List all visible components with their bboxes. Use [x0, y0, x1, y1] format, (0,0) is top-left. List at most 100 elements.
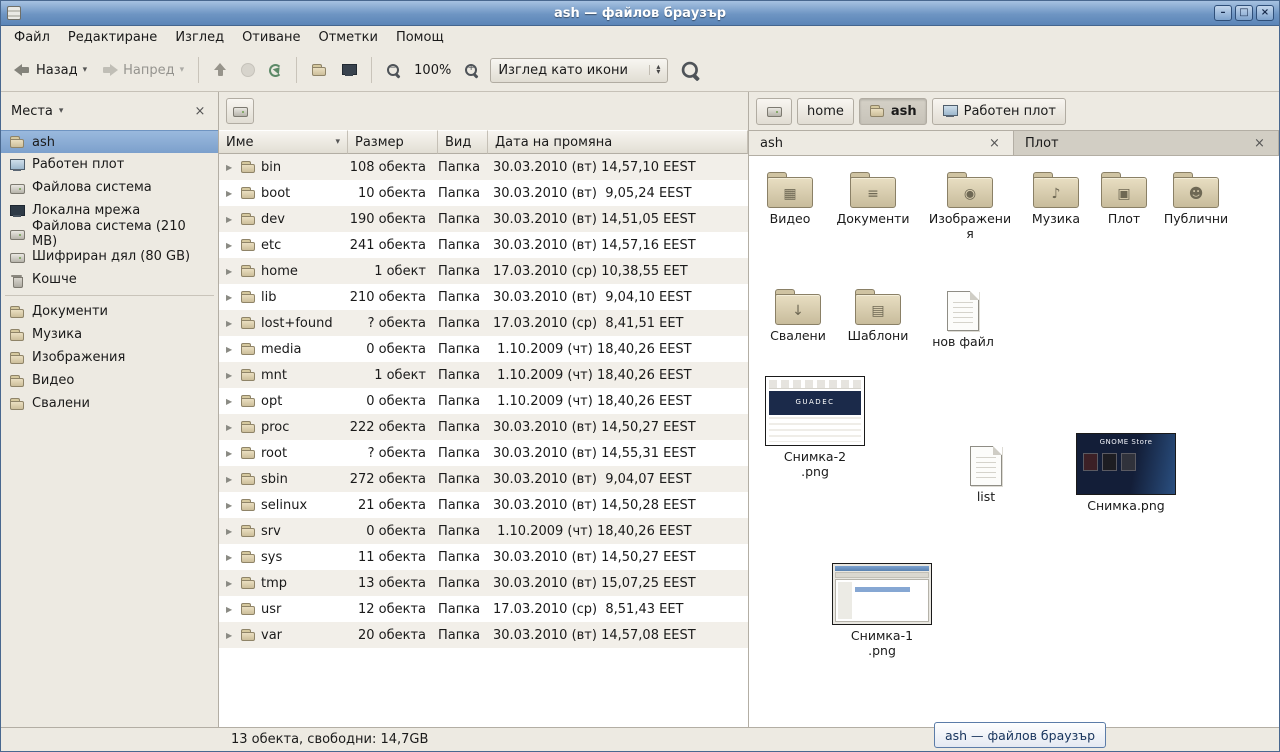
expander-icon[interactable]: ▶: [226, 215, 235, 224]
table-row[interactable]: ▶srv0 обектаПапка 1.10.2009 (чт) 18,40,2…: [219, 518, 748, 544]
sidebar-item[interactable]: Файлова система (210 MB): [1, 222, 218, 245]
file-item[interactable]: нов файл: [927, 291, 999, 350]
stop-button[interactable]: [234, 57, 262, 83]
expander-icon[interactable]: ▶: [226, 345, 235, 354]
sidebar-item[interactable]: Работен плот: [1, 153, 218, 176]
zoom-level[interactable]: 100%: [408, 63, 457, 78]
search-button[interactable]: [672, 57, 709, 84]
minimize-button[interactable]: –: [1214, 5, 1232, 21]
file-item[interactable]: GNOME StoreСнимка.png: [1071, 433, 1181, 514]
sidebar-item[interactable]: Файлова система: [1, 176, 218, 199]
column-header[interactable]: Име▾: [219, 130, 348, 154]
menu-item[interactable]: Отиване: [233, 28, 309, 47]
maximize-button[interactable]: □: [1235, 5, 1253, 21]
expander-icon[interactable]: ▶: [226, 241, 235, 250]
file-item[interactable]: ≡Документи: [831, 172, 915, 227]
breadcrumb-item[interactable]: Работен плот: [932, 98, 1066, 125]
expander-icon[interactable]: ▶: [226, 163, 235, 172]
table-row[interactable]: ▶proc222 обектаПапка30.03.2010 (вт) 14,5…: [219, 414, 748, 440]
expander-icon[interactable]: ▶: [226, 397, 235, 406]
sidebar-item[interactable]: Свалени: [1, 392, 218, 415]
sidebar-close-button[interactable]: ×: [192, 103, 208, 119]
file-item[interactable]: ♪Музика: [1021, 172, 1091, 227]
menu-item[interactable]: Отметки: [309, 28, 386, 47]
table-row[interactable]: ▶usr12 обектаПапка17.03.2010 (ср) 8,51,4…: [219, 596, 748, 622]
sidebar-item[interactable]: Музика: [1, 323, 218, 346]
expander-icon[interactable]: ▶: [226, 527, 235, 536]
column-header[interactable]: Вид: [438, 130, 488, 154]
table-row[interactable]: ▶opt0 обектаПапка 1.10.2009 (чт) 18,40,2…: [219, 388, 748, 414]
file-item[interactable]: ◉Изображения: [927, 172, 1013, 242]
titlebar[interactable]: ash — файлов браузър – □ ×: [1, 1, 1279, 26]
sidebar-item[interactable]: Кошче: [1, 268, 218, 291]
zoom-in-button[interactable]: +: [457, 57, 486, 84]
expander-icon[interactable]: ▶: [226, 319, 235, 328]
table-row[interactable]: ▶var20 обектаПапка30.03.2010 (вт) 14,57,…: [219, 622, 748, 648]
table-row[interactable]: ▶lost+found? обектаПапка17.03.2010 (ср) …: [219, 310, 748, 336]
sidebar-item[interactable]: ash: [1, 130, 218, 153]
expander-icon[interactable]: ▶: [226, 423, 235, 432]
expander-icon[interactable]: ▶: [226, 449, 235, 458]
home-button[interactable]: [304, 56, 334, 84]
menu-item[interactable]: Изглед: [166, 28, 233, 47]
expander-icon[interactable]: ▶: [226, 553, 235, 562]
file-item[interactable]: ▣Плот: [1091, 172, 1157, 227]
breadcrumb-item[interactable]: [756, 98, 792, 125]
expander-icon[interactable]: ▶: [226, 605, 235, 614]
expander-icon[interactable]: ▶: [226, 579, 235, 588]
file-item[interactable]: ▤Шаблони: [839, 289, 917, 344]
menu-item[interactable]: Файл: [5, 28, 59, 47]
table-row[interactable]: ▶home1 обектПапка17.03.2010 (ср) 10,38,5…: [219, 258, 748, 284]
sidebar-item[interactable]: Документи: [1, 300, 218, 323]
sidebar-item[interactable]: Шифриран дял (80 GB): [1, 245, 218, 268]
table-row[interactable]: ▶dev190 обектаПапка30.03.2010 (вт) 14,51…: [219, 206, 748, 232]
zoom-out-button[interactable]: −: [379, 57, 408, 84]
table-row[interactable]: ▶tmp13 обектаПапка30.03.2010 (вт) 15,07,…: [219, 570, 748, 596]
table-row[interactable]: ▶boot10 обектаПапка30.03.2010 (вт) 9,05,…: [219, 180, 748, 206]
breadcrumb-item[interactable]: home: [797, 98, 854, 125]
file-item[interactable]: ☻Публични: [1155, 172, 1237, 227]
table-row[interactable]: ▶lib210 обектаПапка30.03.2010 (вт) 9,04,…: [219, 284, 748, 310]
column-header[interactable]: Дата на промяна: [488, 130, 748, 154]
expander-icon[interactable]: ▶: [226, 501, 235, 510]
back-button[interactable]: Назад ▾: [7, 57, 94, 84]
expander-icon[interactable]: ▶: [226, 475, 235, 484]
expander-icon[interactable]: ▶: [226, 631, 235, 640]
expander-icon[interactable]: ▶: [226, 267, 235, 276]
table-row[interactable]: ▶media0 обектаПапка 1.10.2009 (чт) 18,40…: [219, 336, 748, 362]
expander-icon[interactable]: ▶: [226, 189, 235, 198]
icon-view[interactable]: ▦Видео≡Документи◉Изображения♪Музика▣Плот…: [749, 156, 1279, 727]
up-button[interactable]: [206, 57, 234, 83]
file-item[interactable]: ▦Видео: [755, 172, 825, 227]
back-history-chevron-icon[interactable]: ▾: [83, 65, 88, 75]
sidebar-item[interactable]: Изображения: [1, 346, 218, 369]
table-row[interactable]: ▶etc241 обектаПапка30.03.2010 (вт) 14,57…: [219, 232, 748, 258]
tab-close-button[interactable]: ×: [987, 136, 1002, 151]
computer-button[interactable]: [334, 56, 364, 84]
reload-button[interactable]: [262, 58, 289, 83]
menu-item[interactable]: Помощ: [387, 28, 453, 47]
table-row[interactable]: ▶root? обектаПапка30.03.2010 (вт) 14,55,…: [219, 440, 748, 466]
file-item[interactable]: ↓Свалени: [761, 289, 835, 344]
tab-item[interactable]: ash×: [749, 131, 1014, 155]
table-row[interactable]: ▶mnt1 обектПапка 1.10.2009 (чт) 18,40,26…: [219, 362, 748, 388]
menu-item[interactable]: Редактиране: [59, 28, 166, 47]
window-list-button[interactable]: ash — файлов браузър: [934, 722, 1106, 748]
close-button[interactable]: ×: [1256, 5, 1274, 21]
forward-button[interactable]: Напред ▾: [94, 57, 191, 84]
root-location-button[interactable]: [226, 98, 254, 124]
table-row[interactable]: ▶bin108 обектаПапка30.03.2010 (вт) 14,57…: [219, 154, 748, 180]
file-item[interactable]: Снимка-1.png: [827, 563, 937, 659]
table-row[interactable]: ▶sys11 обектаПапка30.03.2010 (вт) 14,50,…: [219, 544, 748, 570]
breadcrumb-item[interactable]: ash: [859, 98, 927, 125]
sidebar-selector-chevron-icon[interactable]: ▾: [59, 106, 64, 116]
view-mode-combobox[interactable]: Изглед като икони ▴ ▾: [490, 58, 668, 83]
column-header[interactable]: Размер: [348, 130, 438, 154]
file-item[interactable]: GUADECСнимка-2.png: [763, 376, 867, 480]
table-row[interactable]: ▶selinux21 обектаПапка30.03.2010 (вт) 14…: [219, 492, 748, 518]
file-item[interactable]: list: [951, 446, 1021, 505]
sidebar-item[interactable]: Видео: [1, 369, 218, 392]
expander-icon[interactable]: ▶: [226, 293, 235, 302]
tab-item[interactable]: Плот×: [1014, 131, 1279, 155]
table-row[interactable]: ▶sbin272 обектаПапка30.03.2010 (вт) 9,04…: [219, 466, 748, 492]
